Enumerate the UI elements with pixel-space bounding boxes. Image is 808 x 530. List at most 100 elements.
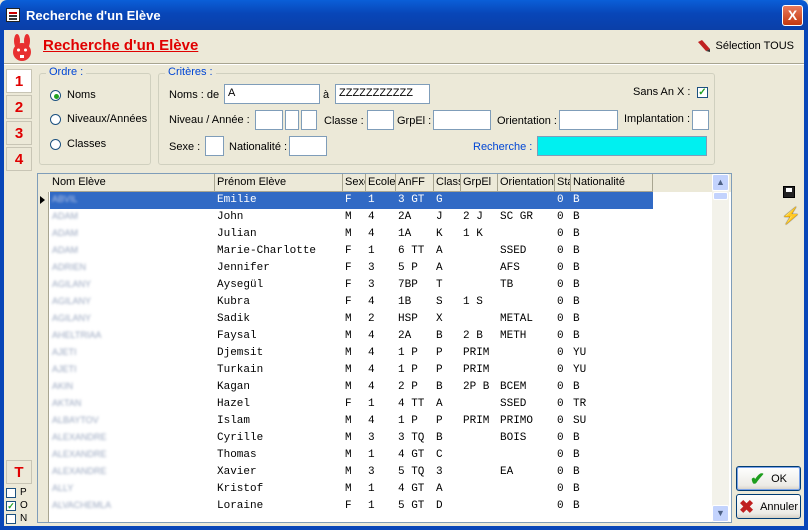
cell-nom: AJETI bbox=[52, 347, 77, 357]
cell-nationalite: B bbox=[573, 330, 580, 342]
table-row[interactable]: AKIN Kagan M 4 2 P B 2P B BCEM 0 B bbox=[50, 379, 653, 396]
cell-anff: 7BP bbox=[398, 279, 418, 291]
column-header-nom[interactable]: Nom Elève bbox=[50, 174, 215, 192]
cell-prenom: Marie-Charlotte bbox=[217, 245, 317, 257]
cell-anff: 6 TT bbox=[398, 245, 425, 257]
column-header-ecole[interactable]: Ecole bbox=[366, 174, 396, 192]
cell-classe: S bbox=[436, 296, 443, 308]
table-row[interactable]: AGILANY Aysegül F 3 7BP T TB 0 B bbox=[50, 277, 653, 294]
table-row[interactable]: AHELTRIAA Faysal M 4 2A B 2 B METH 0 B bbox=[50, 328, 653, 345]
recherche-input[interactable] bbox=[537, 136, 707, 156]
table-row[interactable]: ALLY Kristof M 1 4 GT A 0 B bbox=[50, 481, 653, 498]
column-header-orientation[interactable]: Orientation bbox=[498, 174, 555, 192]
cell-statut: 0 bbox=[557, 347, 564, 359]
sans-an-x-checkbox[interactable]: ✓ bbox=[697, 87, 708, 98]
cell-ecole: 4 bbox=[368, 347, 375, 359]
cell-classe: B bbox=[436, 330, 443, 342]
nationalite-input[interactable] bbox=[289, 136, 327, 156]
table-row[interactable]: AJETI Turkain M 4 1 P P PRIM 0 YU bbox=[50, 362, 653, 379]
option-n-checkbox[interactable] bbox=[6, 513, 16, 524]
noms-to-input[interactable]: ZZZZZZZZZZZ bbox=[335, 84, 430, 104]
table-row[interactable]: AGILANY Kubra F 4 1B S 1 S 0B bbox=[50, 294, 653, 311]
cell-classe: G bbox=[436, 194, 443, 206]
option-o-checkbox[interactable]: ✓ bbox=[6, 500, 16, 511]
vertical-scrollbar[interactable]: ▲ ▼ bbox=[712, 174, 729, 522]
radio-noms[interactable]: Noms bbox=[50, 89, 96, 101]
orientation-input[interactable] bbox=[559, 110, 618, 130]
radio-classes[interactable]: Classes bbox=[50, 138, 106, 150]
tab-t[interactable]: T bbox=[6, 460, 32, 484]
column-header-statut[interactable]: Statut bbox=[555, 174, 571, 192]
option-o[interactable]: ✓ O bbox=[6, 500, 28, 511]
niveau-annee-label: Niveau / Année : bbox=[169, 114, 250, 126]
close-button[interactable]: X bbox=[782, 5, 803, 26]
cell-orientation bbox=[498, 345, 555, 362]
radio-button[interactable] bbox=[50, 89, 61, 101]
select-all-link[interactable]: Sélection TOUS bbox=[697, 40, 794, 52]
tab-1[interactable]: 1 bbox=[6, 69, 32, 93]
table-row[interactable]: ADAM John M 4 2A J 2 J SC GR 0 B bbox=[50, 209, 653, 226]
column-header-prenom[interactable]: Prénom Elève bbox=[215, 174, 343, 192]
ok-button[interactable]: ✔ OK bbox=[736, 466, 801, 491]
cell-nationalite: B bbox=[573, 228, 580, 240]
cell-prenom: Julian bbox=[217, 228, 257, 240]
save-icon[interactable] bbox=[783, 186, 795, 198]
column-header-nationalite[interactable]: Nationalité bbox=[571, 174, 653, 192]
scroll-thumb[interactable] bbox=[713, 192, 728, 200]
cell-nom: AGILANY bbox=[52, 279, 92, 289]
table-row[interactable]: ADRIEN Jennifer F 3 5 P A AFS 0 B bbox=[50, 260, 653, 277]
option-n[interactable]: N bbox=[6, 513, 27, 524]
scroll-down-button[interactable]: ▼ bbox=[712, 505, 729, 522]
cell-grpel bbox=[461, 277, 498, 294]
radio-button[interactable] bbox=[50, 138, 61, 150]
cell-nationalite: B bbox=[573, 296, 580, 308]
grpel-input[interactable] bbox=[433, 110, 491, 130]
cell-sexe: F bbox=[345, 262, 352, 274]
cell-sexe: F bbox=[345, 245, 352, 257]
tab-3[interactable]: 3 bbox=[6, 121, 32, 145]
table-row[interactable]: ALEXANDRE Xavier M 3 5 TQ 3 EA 0 B bbox=[50, 464, 653, 481]
tab-4[interactable]: 4 bbox=[6, 147, 32, 171]
column-header-anff[interactable]: AnFF bbox=[396, 174, 434, 192]
sexe-input[interactable] bbox=[205, 136, 224, 156]
niveau-input[interactable] bbox=[255, 110, 283, 130]
radio-button[interactable] bbox=[50, 113, 61, 125]
table-row[interactable]: ADAM Marie-Charlotte F 1 6 TT A SSED 0 B bbox=[50, 243, 653, 260]
annee-suffix-input[interactable] bbox=[301, 110, 317, 130]
column-header-sexe[interactable]: Sexe bbox=[343, 174, 366, 192]
lightning-icon[interactable]: ⚡ bbox=[781, 208, 801, 226]
scroll-up-button[interactable]: ▲ bbox=[712, 174, 729, 191]
noms-from-input[interactable]: A bbox=[224, 84, 320, 104]
table-row[interactable]: ALBAYTOV Islam M 4 1 P P PRIM PRIMO 0 SU bbox=[50, 413, 653, 430]
table-row[interactable]: ALEXANDRE Thomas M 1 4 GT C 0 B bbox=[50, 447, 653, 464]
cell-orientation: BCEM bbox=[500, 381, 527, 393]
column-header-classe[interactable]: Classe bbox=[434, 174, 461, 192]
table-row[interactable]: AGILANY Sadik M 2 HSP X METAL 0 B bbox=[50, 311, 653, 328]
cell-nationalite: B bbox=[573, 432, 580, 444]
cell-anff: 4 GT bbox=[398, 483, 425, 495]
classe-input[interactable] bbox=[367, 110, 394, 130]
table-row[interactable]: ABVIL Emilie F 1 3 GT G 0 B bbox=[50, 192, 653, 209]
table-row[interactable]: ALEXANDRE Cyrille M 3 3 TQ B BOIS 0 B bbox=[50, 430, 653, 447]
annee-input[interactable] bbox=[285, 110, 299, 130]
implantation-input[interactable] bbox=[692, 110, 709, 130]
cell-anff: 1 P bbox=[398, 415, 418, 427]
cell-grpel bbox=[461, 260, 498, 277]
cell-orientation: EA bbox=[500, 466, 514, 478]
criteres-legend: Critères : bbox=[165, 66, 216, 78]
option-p[interactable]: P bbox=[6, 487, 27, 498]
option-n-label: N bbox=[20, 513, 28, 524]
table-row[interactable]: ADAM Julian M 4 1A K 1 K 0B bbox=[50, 226, 653, 243]
cell-ecole: 3 bbox=[368, 466, 375, 478]
tab-2[interactable]: 2 bbox=[6, 95, 32, 119]
cell-orientation bbox=[498, 362, 555, 379]
table-row[interactable]: ALVACHEMLA Loraine F 1 5 GT D 0 B bbox=[50, 498, 653, 515]
table-row[interactable]: AKTAN Hazel F 1 4 TT A SSED 0 TR bbox=[50, 396, 653, 413]
option-p-checkbox[interactable] bbox=[6, 487, 16, 498]
table-row[interactable]: AJETI Djemsit M 4 1 P P PRIM 0 YU bbox=[50, 345, 653, 362]
cell-nationalite: SU bbox=[573, 415, 587, 427]
radio-niveaux[interactable]: Niveaux/Années bbox=[50, 113, 147, 125]
cell-classe: D bbox=[436, 500, 443, 512]
cancel-button[interactable]: ✖ Annuler bbox=[736, 494, 801, 519]
column-header-grpel[interactable]: GrpEl bbox=[461, 174, 498, 192]
